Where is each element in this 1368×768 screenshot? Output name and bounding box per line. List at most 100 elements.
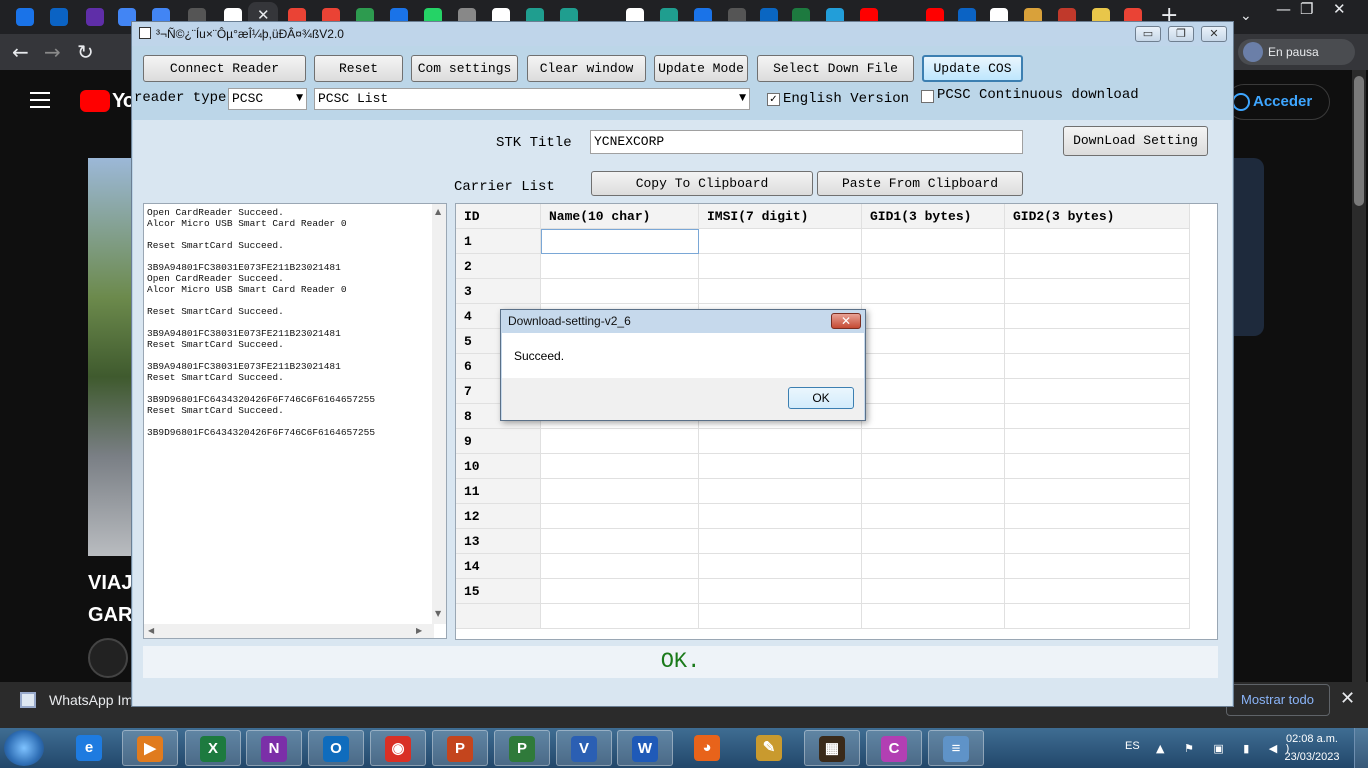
app-minimize-button[interactable]: ▭ <box>1135 26 1161 42</box>
grid-row-id[interactable]: 14 <box>456 554 541 579</box>
taskbar-media-player-button[interactable]: ▶ <box>122 730 178 766</box>
browser-close-button[interactable]: ✕ <box>1333 0 1346 18</box>
grid-cell[interactable] <box>541 479 699 504</box>
grid-row-id[interactable]: 3 <box>456 279 541 304</box>
grid-cell[interactable] <box>541 279 699 304</box>
taskbar-notepad-button[interactable]: ≡ <box>928 730 984 766</box>
grid-cell[interactable] <box>862 229 1005 254</box>
taskbar-firefox-button[interactable]: ◕ <box>680 730 736 766</box>
table-row[interactable]: 2 <box>456 254 1190 279</box>
grid-cell[interactable] <box>1005 304 1190 329</box>
stk-title-input[interactable]: YCNEXCORP <box>590 130 1023 154</box>
grid-cell[interactable] <box>699 279 862 304</box>
grid-cell[interactable] <box>862 504 1005 529</box>
download-bar-close-icon[interactable]: ✕ <box>1340 688 1355 709</box>
grid-cell[interactable] <box>862 554 1005 579</box>
table-row[interactable]: 15 <box>456 579 1190 604</box>
pcsc-continuous-checkbox[interactable] <box>921 90 934 103</box>
grid-cell[interactable] <box>699 429 862 454</box>
grid-cell[interactable] <box>862 279 1005 304</box>
reader-type-select[interactable]: PCSC ▼ <box>228 88 307 110</box>
download-setting-button[interactable]: DownLoad Setting <box>1063 126 1208 156</box>
grid-cell[interactable] <box>699 254 862 279</box>
grid-cell[interactable] <box>862 429 1005 454</box>
table-row[interactable]: 10 <box>456 454 1190 479</box>
grid-cell[interactable] <box>1005 254 1190 279</box>
grid-row-id[interactable]: 13 <box>456 529 541 554</box>
grid-cell[interactable] <box>1005 504 1190 529</box>
grid-cell[interactable] <box>699 529 862 554</box>
taskbar-powerpoint-button[interactable]: P <box>432 730 488 766</box>
app-maximize-button[interactable]: ❐ <box>1168 26 1194 42</box>
table-row[interactable]: 12 <box>456 504 1190 529</box>
grid-cell[interactable] <box>862 404 1005 429</box>
clock-time[interactable]: 02:08 a.m. <box>1280 733 1344 745</box>
grid-row-id[interactable]: 12 <box>456 504 541 529</box>
taskbar-internet-explorer-button[interactable]: e <box>62 730 118 766</box>
show-desktop-button[interactable] <box>1354 728 1368 768</box>
grid-cell[interactable] <box>1005 429 1190 454</box>
taskbar-visio-button[interactable]: V <box>556 730 612 766</box>
video-title-line2[interactable]: GAR <box>88 604 132 627</box>
grid-cell[interactable] <box>1005 579 1190 604</box>
grid-row-id[interactable]: 15 <box>456 579 541 604</box>
table-row[interactable]: 11 <box>456 479 1190 504</box>
clear-window-button[interactable]: Clear window <box>527 55 646 82</box>
grid-cell[interactable] <box>862 479 1005 504</box>
grid-cell[interactable] <box>1005 354 1190 379</box>
menu-icon[interactable] <box>30 92 50 113</box>
video-title-line1[interactable]: VIAJ <box>88 572 132 595</box>
ok-button[interactable]: OK <box>788 387 854 409</box>
app-title-bar[interactable]: ³¬Ñ©¿¨Íu×¨Ôµ°æÎ¼þ,üÐÂ¤¾ßV2.0 ▭ ❐ ✕ <box>132 22 1233 46</box>
grid-cell[interactable] <box>862 579 1005 604</box>
column-header[interactable]: GID1(3 bytes) <box>862 204 1005 229</box>
grid-row-id[interactable]: 2 <box>456 254 541 279</box>
grid-cell-editing[interactable] <box>541 229 699 254</box>
app-close-button[interactable]: ✕ <box>1201 26 1227 42</box>
table-row[interactable]: 9 <box>456 429 1190 454</box>
forward-icon[interactable]: → <box>44 40 61 64</box>
scroll-left-icon[interactable]: ◀ <box>148 626 154 635</box>
copy-to-clipboard-button[interactable]: Copy To Clipboard <box>591 171 813 196</box>
com-settings-button[interactable]: Com settings <box>411 55 518 82</box>
connect-reader-button[interactable]: Connect Reader <box>143 55 306 82</box>
grid-cell[interactable] <box>541 604 699 629</box>
reset-button[interactable]: Reset <box>314 55 403 82</box>
table-row-empty[interactable] <box>456 604 1190 629</box>
grid-cell[interactable] <box>541 429 699 454</box>
browser-maximize-button[interactable]: ❐ <box>1300 0 1313 18</box>
log-vertical-scrollbar[interactable]: ▲ ▼ <box>432 204 446 624</box>
table-row[interactable]: 14 <box>456 554 1190 579</box>
taskbar-project-button[interactable]: P <box>494 730 550 766</box>
grid-header-row[interactable]: ID Name(10 char) IMSI(7 digit) GID1(3 bytes… <box>456 204 1190 229</box>
clock-date[interactable]: 23/03/2023 <box>1280 751 1344 763</box>
grid-cell[interactable] <box>1005 279 1190 304</box>
table-row[interactable]: 3 <box>456 279 1190 304</box>
channel-avatar[interactable] <box>88 638 128 678</box>
grid-cell[interactable] <box>699 479 862 504</box>
grid-cell[interactable] <box>699 579 862 604</box>
grid-cell[interactable] <box>541 579 699 604</box>
grid-cell[interactable] <box>1005 229 1190 254</box>
grid-cell[interactable] <box>541 554 699 579</box>
grid-cell[interactable] <box>1005 604 1190 629</box>
grid-cell[interactable] <box>862 304 1005 329</box>
select-down-file-button[interactable]: Select Down File <box>757 55 914 82</box>
dialog-close-button[interactable]: ✕ <box>831 313 861 329</box>
table-row[interactable]: 1 <box>456 229 1190 254</box>
grid-cell[interactable] <box>1005 454 1190 479</box>
english-version-checkbox[interactable]: ✓ <box>767 93 780 106</box>
update-cos-button[interactable]: Update COS <box>922 55 1023 82</box>
grid-cell[interactable] <box>1005 554 1190 579</box>
download-file-name[interactable]: WhatsApp Ima <box>49 692 141 708</box>
browser-minimize-button[interactable]: — <box>1276 0 1291 18</box>
grid-row-id[interactable]: 1 <box>456 229 541 254</box>
tab-favicon-icon[interactable] <box>16 8 34 26</box>
log-panel[interactable]: Open CardReader Succeed. Alcor Micro USB … <box>143 203 447 639</box>
grid-row-id[interactable]: 9 <box>456 429 541 454</box>
start-button[interactable] <box>4 730 44 766</box>
taskbar-chip-tool-button[interactable]: ▦ <box>804 730 860 766</box>
taskbar-ide-button[interactable]: C <box>866 730 922 766</box>
grid-cell[interactable] <box>862 354 1005 379</box>
grid-cell[interactable] <box>862 254 1005 279</box>
